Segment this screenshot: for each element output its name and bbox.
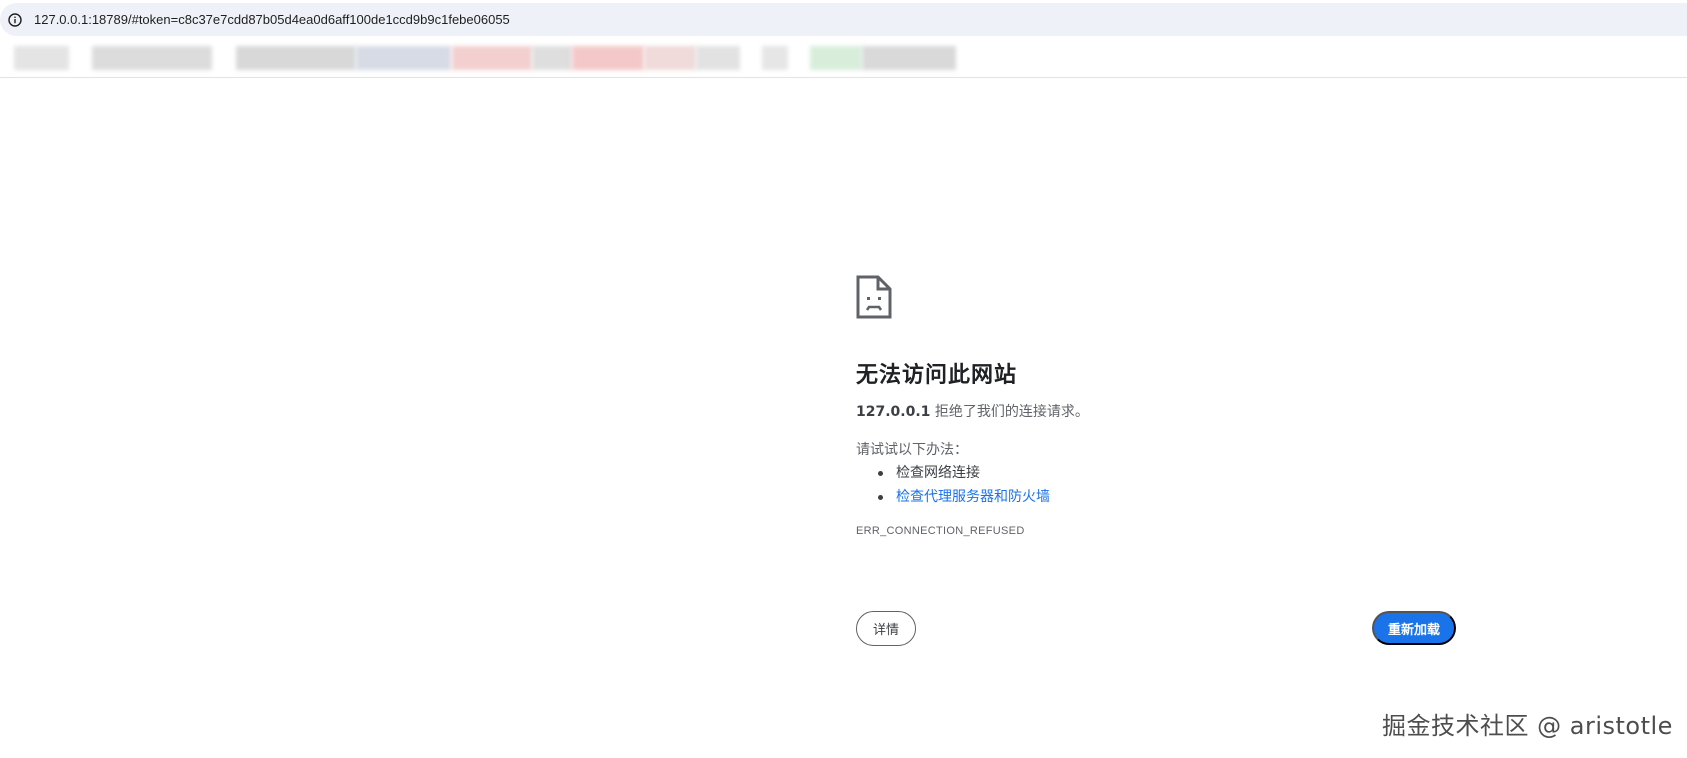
- bookmark-item[interactable]: [696, 46, 740, 70]
- error-description: 127.0.0.1 拒绝了我们的连接请求。: [856, 401, 1456, 423]
- error-host: 127.0.0.1: [856, 404, 931, 420]
- bookmark-item[interactable]: [452, 46, 532, 70]
- error-description-text: 拒绝了我们的连接请求。: [930, 404, 1089, 420]
- sad-document-icon: [856, 275, 892, 319]
- bullet-icon: [878, 471, 883, 476]
- error-content: 无法访问此网站 127.0.0.1 拒绝了我们的连接请求。 请试试以下办法： 检…: [856, 275, 1456, 537]
- suggestions-label: 请试试以下办法：: [856, 442, 968, 458]
- bookmark-item[interactable]: [862, 46, 956, 70]
- suggestions-list: 检查网络连接 检查代理服务器和防火墙: [878, 461, 1456, 509]
- suggestion-check-connection: 检查网络连接: [896, 465, 980, 481]
- bookmark-item[interactable]: [236, 46, 356, 70]
- suggestion-item: 检查代理服务器和防火墙: [878, 485, 1456, 509]
- bookmark-item[interactable]: [532, 46, 572, 70]
- bookmark-item[interactable]: [572, 46, 644, 70]
- error-code: ERR_CONNECTION_REFUSED: [856, 525, 1025, 537]
- suggestion-item: 检查网络连接: [878, 461, 1456, 485]
- suggestion-check-proxy-link[interactable]: 检查代理服务器和防火墙: [896, 489, 1050, 505]
- bookmarks-bar: [0, 38, 1687, 78]
- bookmark-item[interactable]: [356, 46, 451, 70]
- bookmark-item[interactable]: [92, 46, 212, 70]
- address-bar[interactable]: 127.0.0.1:18789/#token=c8c37e7cdd87b05d4…: [0, 3, 1687, 36]
- bullet-icon: [878, 495, 883, 500]
- error-title: 无法访问此网站: [856, 363, 1018, 388]
- url-text[interactable]: 127.0.0.1:18789/#token=c8c37e7cdd87b05d4…: [34, 12, 510, 27]
- info-icon[interactable]: [4, 9, 26, 31]
- bookmark-item[interactable]: [762, 46, 788, 70]
- bookmark-item[interactable]: [644, 46, 696, 70]
- reload-button[interactable]: 重新加载: [1372, 611, 1456, 645]
- details-button[interactable]: 详情: [856, 611, 916, 646]
- bookmark-item[interactable]: [810, 46, 862, 70]
- bookmark-item[interactable]: [14, 46, 69, 70]
- watermark: 掘金技术社区 @ aristotle: [1382, 712, 1673, 740]
